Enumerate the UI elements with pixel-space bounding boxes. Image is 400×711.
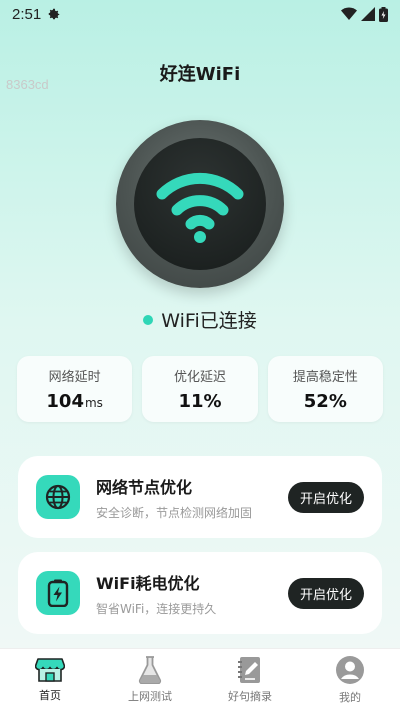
nav-item-quotes[interactable]: 好句摘录 bbox=[200, 649, 300, 711]
feature-subtitle: 安全诊断，节点检测网络加固 bbox=[96, 505, 253, 520]
notebook-pen-icon bbox=[238, 657, 260, 683]
wifi-icon bbox=[156, 172, 244, 243]
wifi-signal-icon bbox=[341, 7, 357, 20]
enable-optimization-button[interactable]: 开启优化 bbox=[287, 577, 364, 609]
feature-text: 网络节点优化 安全诊断，节点检测网络加固 bbox=[96, 474, 288, 521]
feature-subtitle: 智省WiFi，连接更持久 bbox=[96, 601, 217, 616]
status-icons bbox=[341, 6, 388, 22]
globe-icon bbox=[45, 484, 71, 510]
connection-status-text: WiFi已连接 bbox=[161, 310, 257, 332]
flask-icon bbox=[138, 656, 162, 684]
stat-label: 网络延时 bbox=[48, 370, 101, 385]
stat-latency: 网络延时 104ms bbox=[17, 356, 133, 422]
stat-unit: ms bbox=[84, 396, 103, 410]
status-bar: 2:51 bbox=[0, 0, 400, 28]
feature-text: WiFi耗电优化 智省WiFi，连接更持久 bbox=[96, 570, 288, 617]
stat-value: 52% bbox=[303, 391, 347, 412]
bottom-nav: 首页 上网测试 好句摘录 我的 bbox=[0, 648, 400, 711]
device-id-text: 8363cd bbox=[6, 77, 49, 92]
stat-label: 提高稳定性 bbox=[292, 370, 358, 385]
nav-label: 我的 bbox=[339, 691, 361, 704]
connection-status: WiFi已连接 bbox=[0, 306, 400, 333]
stat-value: 11% bbox=[178, 391, 222, 412]
wifi-hero-button[interactable] bbox=[116, 120, 284, 288]
status-dot-icon bbox=[143, 314, 154, 325]
feature-icon-box bbox=[36, 571, 80, 615]
battery-bolt-icon bbox=[47, 579, 69, 607]
status-time: 2:51 bbox=[12, 5, 42, 23]
battery-icon bbox=[379, 6, 388, 22]
nav-item-profile[interactable]: 我的 bbox=[300, 649, 400, 711]
enable-optimization-button[interactable]: 开启优化 bbox=[287, 481, 364, 513]
stat-stability: 提高稳定性 52% bbox=[267, 356, 383, 422]
feature-card-power-optimization[interactable]: WiFi耗电优化 智省WiFi，连接更持久 开启优化 bbox=[18, 552, 382, 634]
feature-icon-box bbox=[36, 475, 80, 519]
nav-label: 上网测试 bbox=[128, 690, 172, 703]
stat-value-number: 104 bbox=[46, 391, 84, 412]
wifi-hero-inner bbox=[134, 138, 266, 270]
stat-value: 104ms bbox=[46, 391, 103, 412]
nav-item-network-test[interactable]: 上网测试 bbox=[100, 649, 200, 711]
cell-signal-icon bbox=[361, 7, 375, 21]
app-title: 好连WiFi bbox=[159, 64, 241, 85]
stats-row: 网络延时 104ms 优化延迟 11% 提高稳定性 52% bbox=[17, 356, 383, 422]
user-icon bbox=[336, 656, 364, 684]
store-icon bbox=[35, 658, 65, 682]
feature-title: WiFi耗电优化 bbox=[96, 573, 200, 593]
nav-label: 首页 bbox=[39, 689, 61, 702]
nav-item-home[interactable]: 首页 bbox=[0, 649, 100, 711]
gear-icon bbox=[48, 8, 60, 20]
stat-label: 优化延迟 bbox=[173, 370, 226, 385]
feature-title: 网络节点优化 bbox=[96, 477, 193, 497]
feature-card-node-optimization[interactable]: 网络节点优化 安全诊断，节点检测网络加固 开启优化 bbox=[18, 456, 382, 538]
nav-label: 好句摘录 bbox=[228, 690, 272, 703]
stat-latency-optimization: 优化延迟 11% bbox=[142, 356, 258, 422]
